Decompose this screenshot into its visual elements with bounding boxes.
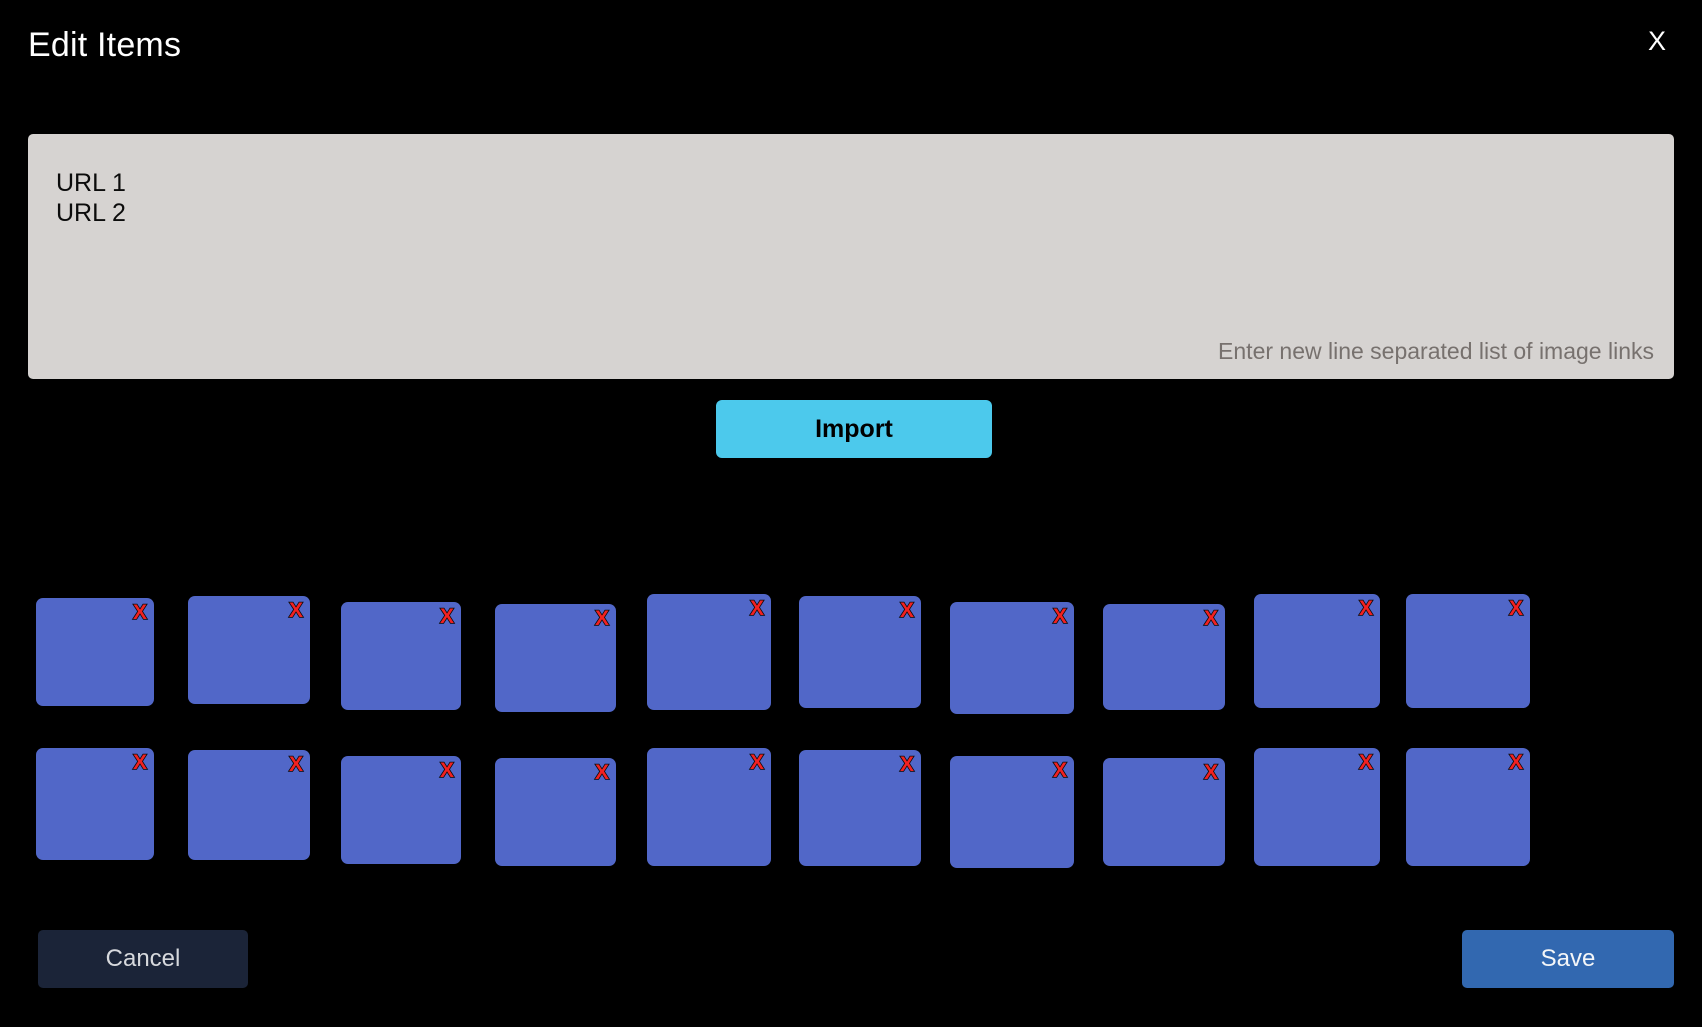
remove-thumbnail-icon[interactable]: X (1508, 751, 1524, 775)
dialog-header: Edit Items X (0, 0, 1702, 96)
remove-thumbnail-icon[interactable]: X (1052, 605, 1068, 629)
thumbnail-tile[interactable]: X (647, 594, 771, 710)
remove-thumbnail-icon[interactable]: X (1052, 759, 1068, 783)
remove-thumbnail-icon[interactable]: X (439, 605, 455, 629)
remove-thumbnail-icon[interactable]: X (899, 599, 915, 623)
thumbnail-grid: X X X X X X X X X X X X X X X X X X X X (36, 586, 1666, 886)
remove-thumbnail-icon[interactable]: X (132, 601, 148, 625)
thumbnail-tile[interactable]: X (647, 748, 771, 866)
thumbnail-row: XXXXXXXXXX (36, 736, 1666, 886)
thumbnail-tile[interactable]: X (1406, 594, 1530, 708)
thumbnail-tile[interactable]: X (188, 750, 310, 860)
thumbnail-tile[interactable]: X (950, 602, 1074, 714)
thumbnail-row: XXXXXXXXXX (36, 586, 1666, 736)
url-list-textarea[interactable] (28, 134, 1674, 379)
thumbnail-tile[interactable]: X (341, 756, 461, 864)
thumbnail-tile[interactable]: X (1254, 748, 1380, 866)
import-button[interactable]: Import (716, 400, 992, 458)
cancel-button[interactable]: Cancel (38, 930, 248, 988)
thumbnail-tile[interactable]: X (495, 604, 616, 712)
remove-thumbnail-icon[interactable]: X (594, 761, 610, 785)
remove-thumbnail-icon[interactable]: X (1203, 761, 1219, 785)
close-icon[interactable]: X (1640, 22, 1674, 60)
thumbnail-tile[interactable]: X (1254, 594, 1380, 708)
thumbnail-tile[interactable]: X (36, 748, 154, 860)
remove-thumbnail-icon[interactable]: X (288, 753, 304, 777)
remove-thumbnail-icon[interactable]: X (132, 751, 148, 775)
remove-thumbnail-icon[interactable]: X (288, 599, 304, 623)
url-input-container[interactable]: Enter new line separated list of image l… (28, 134, 1674, 379)
thumbnail-tile[interactable]: X (1406, 748, 1530, 866)
save-button[interactable]: Save (1462, 930, 1674, 988)
remove-thumbnail-icon[interactable]: X (1358, 751, 1374, 775)
remove-thumbnail-icon[interactable]: X (1203, 607, 1219, 631)
thumbnail-tile[interactable]: X (799, 596, 921, 708)
thumbnail-tile[interactable]: X (1103, 604, 1225, 710)
page-title: Edit Items (28, 26, 182, 64)
remove-thumbnail-icon[interactable]: X (749, 751, 765, 775)
thumbnail-tile[interactable]: X (950, 756, 1074, 868)
thumbnail-tile[interactable]: X (1103, 758, 1225, 866)
thumbnail-tile[interactable]: X (188, 596, 310, 704)
thumbnail-tile[interactable]: X (341, 602, 461, 710)
remove-thumbnail-icon[interactable]: X (594, 607, 610, 631)
remove-thumbnail-icon[interactable]: X (439, 759, 455, 783)
thumbnail-tile[interactable]: X (799, 750, 921, 866)
remove-thumbnail-icon[interactable]: X (1508, 597, 1524, 621)
remove-thumbnail-icon[interactable]: X (749, 597, 765, 621)
thumbnail-tile[interactable]: X (36, 598, 154, 706)
remove-thumbnail-icon[interactable]: X (899, 753, 915, 777)
thumbnail-tile[interactable]: X (495, 758, 616, 866)
remove-thumbnail-icon[interactable]: X (1358, 597, 1374, 621)
